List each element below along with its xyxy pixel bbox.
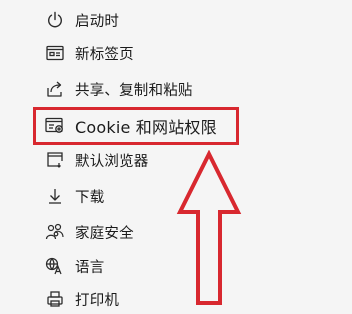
- download-icon: [44, 185, 66, 207]
- menu-item-downloads[interactable]: 下载: [44, 181, 334, 211]
- menu-item-label: 默认浏览器: [75, 153, 149, 170]
- menu-item-printers[interactable]: 打印机: [44, 284, 334, 314]
- menu-item-label: 共享、复制和粘贴: [75, 82, 193, 99]
- menu-item-default-browser[interactable]: 默认浏览器: [44, 145, 334, 175]
- power-icon: [44, 9, 66, 31]
- site-permissions-icon: [44, 115, 66, 137]
- menu-item-label: 打印机: [75, 292, 120, 309]
- menu-item-new-tab[interactable]: 新标签页: [44, 38, 334, 68]
- language-icon: [44, 255, 66, 277]
- printer-icon: [44, 288, 66, 310]
- menu-item-label: 启动时: [75, 13, 120, 30]
- settings-menu: 启动时 新标签页 共享、复制和粘贴 Cookie 和网站权限 默认浏览器 下载 …: [0, 0, 352, 309]
- family-icon: [44, 221, 66, 243]
- menu-item-cookies[interactable]: Cookie 和网站权限: [44, 111, 334, 141]
- menu-item-label: 下载: [75, 189, 105, 206]
- menu-item-languages[interactable]: 语言: [44, 251, 334, 281]
- menu-item-label: Cookie 和网站权限: [75, 118, 217, 137]
- menu-item-share[interactable]: 共享、复制和粘贴: [44, 74, 334, 104]
- new-tab-icon: [44, 42, 66, 64]
- menu-item-startup[interactable]: 启动时: [44, 5, 334, 35]
- menu-item-label: 新标签页: [75, 46, 134, 63]
- menu-item-label: 语言: [75, 259, 105, 276]
- share-icon: [44, 78, 66, 100]
- menu-item-family[interactable]: 家庭安全: [44, 217, 334, 247]
- menu-item-label: 家庭安全: [75, 225, 134, 242]
- browser-icon: [44, 149, 66, 171]
